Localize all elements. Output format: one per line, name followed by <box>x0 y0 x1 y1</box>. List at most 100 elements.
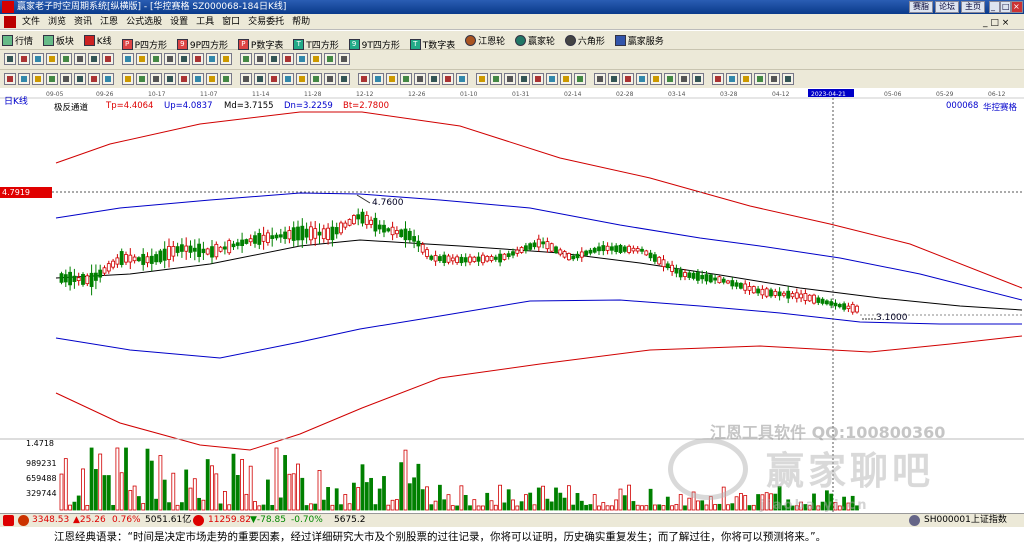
toolbar-tool-icon[interactable] <box>324 53 336 65</box>
toolbar-tool-icon[interactable] <box>726 73 738 85</box>
toolbar-tool-icon[interactable] <box>358 73 370 85</box>
toolbar-tool-icon[interactable] <box>310 73 322 85</box>
menu-help[interactable]: 帮助 <box>292 17 310 27</box>
toolbar-tool-icon[interactable] <box>178 53 190 65</box>
toolbar-tool-icon[interactable] <box>268 53 280 65</box>
chart-area[interactable]: 09-05 09-26 10-17 11-07 11-14 11-28 12-12 12-26… <box>0 88 1024 513</box>
current-index[interactable]: SH000001上证指数 <box>924 514 1007 527</box>
toolbar-tool-icon[interactable] <box>594 73 606 85</box>
sector-button[interactable]: 板块 <box>42 32 78 49</box>
toolbar-tool-icon[interactable] <box>768 73 780 85</box>
toolbar-tool-icon[interactable] <box>254 53 266 65</box>
toolbar-tool-icon[interactable] <box>636 73 648 85</box>
menu-settings[interactable]: 设置 <box>170 17 188 27</box>
menu-browse[interactable]: 浏览 <box>48 17 66 27</box>
toolbar-tool-icon[interactable] <box>136 53 148 65</box>
toolbar-tool-icon[interactable] <box>754 73 766 85</box>
toolbar-tool-icon[interactable] <box>546 73 558 85</box>
sub-minimize-button[interactable]: _ <box>983 18 988 28</box>
sub-window-controls[interactable]: _ □ × <box>983 15 1009 31</box>
toolbar-tool-icon[interactable] <box>560 73 572 85</box>
minimize-button[interactable]: _ <box>989 1 1000 13</box>
toolbar-tool-icon[interactable] <box>192 53 204 65</box>
toolbar-tool-icon[interactable] <box>240 53 252 65</box>
toolbar-tool-icon[interactable] <box>428 73 440 85</box>
toolbar-tool-icon[interactable] <box>150 53 162 65</box>
winner-wheel-button[interactable]: 赢家轮 <box>514 32 559 49</box>
toolbar-tool-icon[interactable] <box>46 73 58 85</box>
toolbar-tool-icon[interactable] <box>206 73 218 85</box>
toolbar-tool-icon[interactable] <box>32 73 44 85</box>
toolbar-tool-icon[interactable] <box>164 73 176 85</box>
toolbar-tool-icon[interactable] <box>88 73 100 85</box>
toolbar-tool-icon[interactable] <box>442 73 454 85</box>
sub-close-button[interactable]: × <box>1002 18 1010 28</box>
toolbar-tool-icon[interactable] <box>712 73 724 85</box>
toolbar-tool-icon[interactable] <box>74 53 86 65</box>
toolbar-tool-icon[interactable] <box>74 73 86 85</box>
close-button[interactable]: × <box>1011 1 1023 13</box>
window-link-button-0[interactable]: 赛脂 <box>909 1 933 13</box>
toolbar-tool-icon[interactable] <box>504 73 516 85</box>
toolbar-tool-icon[interactable] <box>60 53 72 65</box>
toolbar-tool-icon[interactable] <box>88 53 100 65</box>
toolbar-tool-icon[interactable] <box>608 73 620 85</box>
menu-gann[interactable]: 江恩 <box>100 17 118 27</box>
toolbar-tool-icon[interactable] <box>664 73 676 85</box>
toolbar-tool-icon[interactable] <box>490 73 502 85</box>
toolbar-tool-icon[interactable] <box>622 73 634 85</box>
toolbar-tool-icon[interactable] <box>220 53 232 65</box>
toolbar-tool-icon[interactable] <box>782 73 794 85</box>
toolbar-tool-icon[interactable] <box>206 53 218 65</box>
toolbar-tool-icon[interactable] <box>400 73 412 85</box>
toolbar-tool-icon[interactable] <box>220 73 232 85</box>
toolbar-tool-icon[interactable] <box>60 73 72 85</box>
toolbar-tool-icon[interactable] <box>178 73 190 85</box>
toolbar-tool-icon[interactable] <box>740 73 752 85</box>
menu-formula[interactable]: 公式选股 <box>126 17 162 27</box>
toolbar-tool-icon[interactable] <box>136 73 148 85</box>
toolbar-tool-icon[interactable] <box>150 73 162 85</box>
toolbar-tool-icon[interactable] <box>282 53 294 65</box>
status-settings-icon[interactable] <box>909 515 920 526</box>
toolbar-tool-icon[interactable] <box>518 73 530 85</box>
toolbar-tool-icon[interactable] <box>18 73 30 85</box>
toolbar-tool-icon[interactable] <box>414 73 426 85</box>
toolbar-tool-icon[interactable] <box>240 73 252 85</box>
menu-file[interactable]: 文件 <box>22 17 40 27</box>
kline-button[interactable]: K线 <box>83 32 116 49</box>
toolbar-tool-icon[interactable] <box>122 73 134 85</box>
toolbar-tool-icon[interactable] <box>372 73 384 85</box>
toolbar-tool-icon[interactable] <box>310 53 322 65</box>
toolbar-tool-icon[interactable] <box>296 53 308 65</box>
toolbar-tool-icon[interactable] <box>192 73 204 85</box>
menu-tools[interactable]: 工具 <box>196 17 214 27</box>
gann-wheel-button[interactable]: 江恩轮 <box>465 32 509 49</box>
toolbar-tool-icon[interactable] <box>650 73 662 85</box>
toolbar-tool-icon[interactable] <box>122 53 134 65</box>
toolbar-tool-icon[interactable] <box>678 73 690 85</box>
home-button[interactable]: 主页 <box>961 1 985 13</box>
maximize-button[interactable]: □ <box>1000 1 1011 13</box>
toolbar-tool-icon[interactable] <box>338 53 350 65</box>
toolbar-tool-icon[interactable] <box>386 73 398 85</box>
menu-info[interactable]: 资讯 <box>74 17 92 27</box>
toolbar-tool-icon[interactable] <box>46 53 58 65</box>
hexagon-button[interactable]: 六角形 <box>564 32 609 49</box>
toolbar-tool-icon[interactable] <box>574 73 586 85</box>
toolbar-tool-icon[interactable] <box>532 73 544 85</box>
toolbar-tool-icon[interactable] <box>102 73 114 85</box>
toolbar-tool-icon[interactable] <box>476 73 488 85</box>
forum-button[interactable]: 论坛 <box>935 1 959 13</box>
sub-maximize-button[interactable]: □ <box>990 18 999 28</box>
toolbar-tool-icon[interactable] <box>282 73 294 85</box>
toolbar-tool-icon[interactable] <box>254 73 266 85</box>
toolbar-tool-icon[interactable] <box>164 53 176 65</box>
toolbar-tool-icon[interactable] <box>456 73 468 85</box>
toolbar-tool-icon[interactable] <box>338 73 350 85</box>
toolbar-tool-icon[interactable] <box>4 73 16 85</box>
menu-window[interactable]: 窗口 <box>222 17 240 27</box>
toolbar-tool-icon[interactable] <box>296 73 308 85</box>
toolbar-tool-icon[interactable] <box>102 53 114 65</box>
toolbar-tool-icon[interactable] <box>32 53 44 65</box>
